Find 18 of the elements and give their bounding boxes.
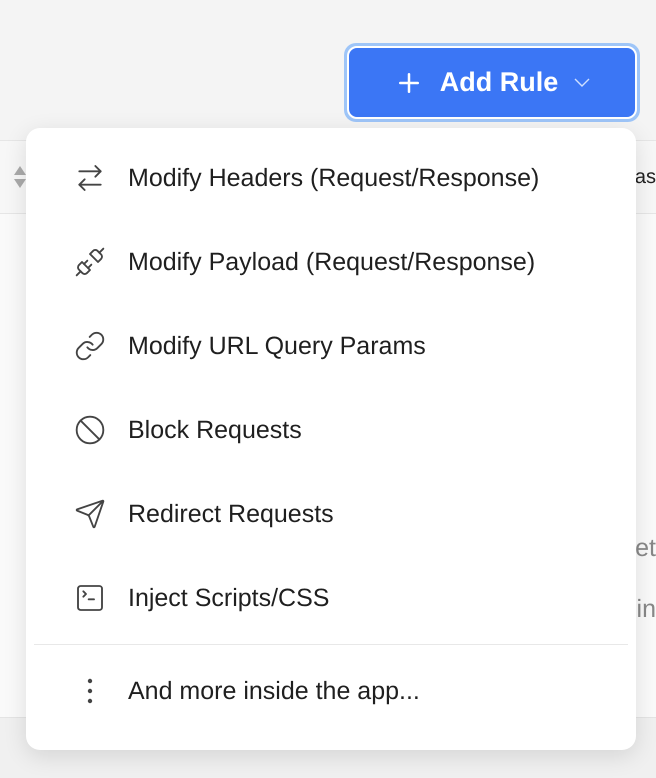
add-rule-button[interactable]: Add Rule bbox=[347, 46, 637, 119]
menu-item[interactable]: Inject Scripts/CSS bbox=[34, 556, 628, 640]
menu-item[interactable]: And more inside the app... bbox=[34, 649, 628, 733]
body-text: in bbox=[636, 595, 656, 624]
column-heading: as bbox=[634, 166, 656, 188]
menu-item[interactable]: Modify Payload (Request/Response) bbox=[34, 220, 628, 304]
body-text: et bbox=[635, 534, 656, 563]
chevron-icon bbox=[574, 78, 590, 87]
menu-item[interactable]: Modify Headers (Request/Response) bbox=[34, 136, 628, 220]
send-icon bbox=[74, 498, 106, 530]
terminal-icon bbox=[74, 582, 106, 614]
menu-item[interactable]: Modify URL Query Params bbox=[34, 304, 628, 388]
menu-item[interactable]: Block Requests bbox=[34, 388, 628, 472]
block-icon bbox=[74, 414, 106, 446]
menu-item[interactable]: Redirect Requests bbox=[34, 472, 628, 556]
more-icon bbox=[87, 678, 93, 704]
link-icon bbox=[74, 330, 106, 362]
plug-icon bbox=[74, 246, 106, 278]
